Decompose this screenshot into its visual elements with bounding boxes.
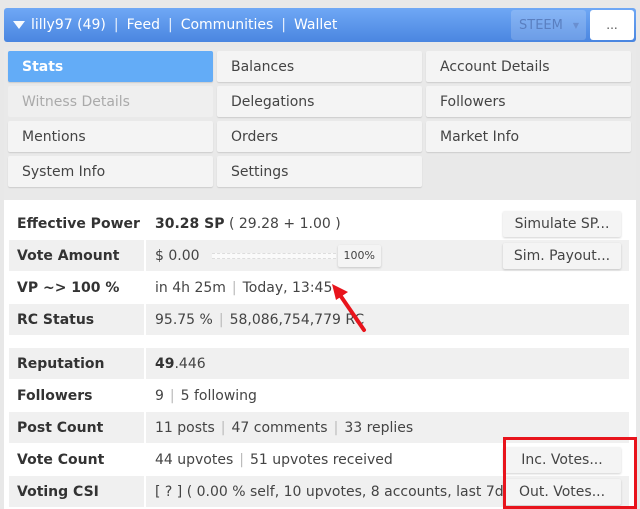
nav-separator: |: [281, 17, 286, 33]
vp-time: Today, 13:45: [242, 279, 333, 296]
menu-mentions[interactable]: Mentions: [8, 121, 213, 152]
row-voting-csi: Voting CSI [ ? ] ( 0.00 % self, 10 upvot…: [9, 476, 629, 507]
rc-percent: 95.75 %: [155, 311, 213, 328]
menu-empty-slot: [426, 156, 631, 187]
separator: |: [333, 419, 339, 436]
followers-count: 9: [155, 387, 164, 404]
row-post-count: Post Count 11 posts | 47 comments | 33 repli…: [9, 412, 629, 443]
posts-count: 11 posts: [155, 419, 215, 436]
upvotes-count: 44 upvotes: [155, 451, 234, 468]
row-reputation: Reputation 49.446: [9, 348, 629, 379]
row-value: 44 upvotes | 51 upvotes received: [146, 452, 393, 468]
row-value: 11 posts | 47 comments | 33 replies: [146, 420, 413, 436]
menu-orders[interactable]: Orders: [217, 121, 422, 152]
menu-balances[interactable]: Balances: [217, 51, 422, 82]
nav-communities[interactable]: Communities: [181, 17, 274, 33]
account-dropdown-icon[interactable]: [13, 21, 25, 29]
row-label: Vote Count: [9, 444, 146, 475]
menu-settings[interactable]: Settings: [217, 156, 422, 187]
top-nav-bar: lilly97 (49) | Feed | Communities | Wall…: [4, 8, 636, 42]
reputation-frac: .446: [174, 355, 206, 372]
row-value: 95.75 % | 58,086,754,779 RC: [146, 312, 364, 328]
account-link[interactable]: lilly97 (49): [31, 17, 106, 33]
replies-count: 33 replies: [344, 419, 414, 436]
menu-delegations[interactable]: Delegations: [217, 86, 422, 117]
chevron-down-icon: ▼: [572, 20, 579, 30]
menu-stats[interactable]: Stats: [8, 51, 213, 82]
nav-feed[interactable]: Feed: [127, 17, 160, 33]
row-vp: VP ~> 100 % in 4h 25m | Today, 13:45: [9, 272, 629, 303]
row-value: 30.28 SP ( 29.28 + 1.00 ): [146, 216, 341, 232]
simulate-sp-button[interactable]: Simulate SP...: [503, 211, 621, 237]
separator: |: [220, 419, 226, 436]
menu-account-details[interactable]: Account Details: [426, 51, 631, 82]
row-label: Effective Power: [9, 208, 146, 239]
separator: |: [218, 311, 224, 328]
comments-count: 47 comments: [231, 419, 328, 436]
inc-votes-button[interactable]: Inc. Votes...: [503, 447, 621, 473]
vote-weight-slider[interactable]: [211, 252, 336, 259]
vp-eta: in 4h 25m: [155, 279, 226, 296]
main-panel: Stats Balances Account Details Witness D…: [4, 47, 636, 509]
row-rc-status: RC Status 95.75 % | 58,086,754,779 RC: [9, 304, 629, 335]
row-label: Followers: [9, 380, 146, 411]
row-value: in 4h 25m | Today, 13:45: [146, 280, 332, 296]
following-count: 5 following: [180, 387, 257, 404]
row-value: 49.446: [146, 356, 206, 372]
currency-select[interactable]: STEEM ▼: [511, 10, 586, 40]
menu-market-info[interactable]: Market Info: [426, 121, 631, 152]
rc-amount: 58,086,754,779 RC: [229, 311, 365, 328]
effective-power-value: 30.28 SP: [155, 215, 225, 232]
row-followers: Followers 9 | 5 following: [9, 380, 629, 411]
section-menu: Stats Balances Account Details Witness D…: [8, 51, 631, 187]
currency-select-value: STEEM: [519, 17, 563, 33]
row-label: RC Status: [9, 304, 146, 335]
reputation-main: 49: [155, 355, 175, 372]
row-value: 9 | 5 following: [146, 388, 257, 404]
menu-followers[interactable]: Followers: [426, 86, 631, 117]
stats-table: Effective Power 30.28 SP ( 29.28 + 1.00 …: [4, 200, 636, 509]
separator: |: [239, 451, 244, 468]
effective-power-detail: ( 29.28 + 1.00 ): [228, 215, 341, 232]
row-value: $ 0.00 100%: [146, 244, 381, 267]
row-value: [ ? ] ( 0.00 % self, 10 upvotes, 8 accou…: [155, 483, 514, 500]
nav-separator: |: [167, 17, 173, 33]
row-label: VP ~> 100 %: [9, 272, 146, 303]
row-label: Reputation: [9, 348, 146, 379]
row-vote-count: Vote Count 44 upvotes | 51 upvotes receive…: [9, 444, 629, 475]
menu-system-info[interactable]: System Info: [8, 156, 213, 187]
separator: |: [169, 387, 175, 404]
vote-weight-label[interactable]: 100%: [337, 244, 381, 267]
nav-separator: |: [113, 17, 119, 33]
upvotes-received: 51 upvotes received: [250, 451, 393, 468]
out-votes-button[interactable]: Out. Votes...: [503, 479, 621, 505]
row-label: Post Count: [9, 412, 146, 443]
more-button[interactable]: ...: [590, 10, 634, 40]
separator: |: [231, 279, 237, 296]
row-label: Vote Amount: [9, 240, 146, 271]
menu-witness-details[interactable]: Witness Details: [8, 86, 213, 117]
row-effective-power: Effective Power 30.28 SP ( 29.28 + 1.00 …: [9, 208, 629, 239]
row-vote-amount: Vote Amount $ 0.00 100% Sim. Payout...: [9, 240, 629, 271]
sim-payout-button[interactable]: Sim. Payout...: [503, 243, 621, 269]
nav-wallet[interactable]: Wallet: [294, 17, 337, 33]
vote-amount-value: $ 0.00: [155, 247, 200, 264]
row-label: Voting CSI: [9, 476, 146, 507]
